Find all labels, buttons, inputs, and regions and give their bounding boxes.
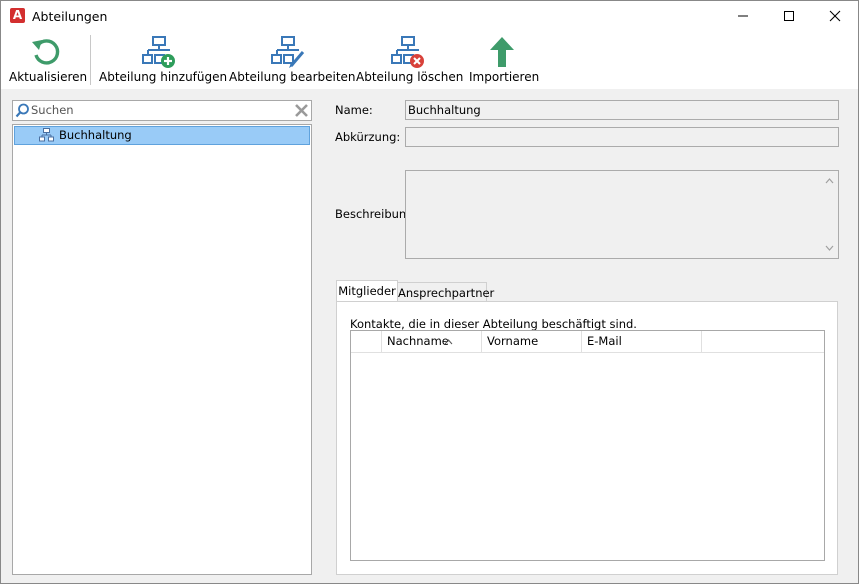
members-grid[interactable]: Nachname Vorname E-Mail: [350, 330, 825, 561]
scroll-down-icon[interactable]: [825, 245, 834, 251]
description-field[interactable]: [405, 170, 839, 259]
department-icon: [39, 128, 54, 142]
maximize-icon: [784, 11, 794, 21]
app-icon: A: [10, 8, 25, 23]
name-label: Name:: [335, 103, 373, 117]
grid-indicator-column: [351, 331, 382, 352]
search-box[interactable]: [12, 100, 312, 121]
column-header-lastname-label: Nachname: [387, 334, 449, 348]
import-label: Importieren: [469, 70, 540, 84]
window-title: Abteilungen: [32, 9, 108, 24]
tree-item-label: Buchhaltung: [59, 128, 132, 142]
add-department-icon: [142, 36, 175, 68]
tab-members[interactable]: Mitglieder: [336, 280, 398, 302]
delete-department-button[interactable]: Abteilung löschen: [356, 31, 464, 89]
description-label: Beschreibung: [335, 207, 414, 221]
delete-department-label: Abteilung löschen: [356, 70, 464, 84]
edit-department-label: Abteilung bearbeiten: [229, 70, 356, 84]
grid-header: Nachname Vorname E-Mail: [351, 331, 824, 353]
refresh-label: Aktualisieren: [9, 70, 88, 84]
column-header-firstname[interactable]: Vorname: [482, 331, 582, 352]
close-icon: [829, 10, 841, 22]
content-area: Buchhaltung Name: Buchhaltung Abkürzung:…: [1, 89, 858, 583]
members-description: Kontakte, die in dieser Abteilung beschä…: [350, 317, 637, 331]
minimize-button[interactable]: [720, 1, 766, 31]
add-department-label: Abteilung hinzufügen: [99, 70, 228, 84]
clear-search-icon[interactable]: [294, 103, 309, 118]
column-header-lastname[interactable]: Nachname: [382, 331, 482, 352]
abbreviation-field[interactable]: [405, 127, 839, 147]
toolbar: Aktualisieren Abteilung hinzufügen Abtei…: [1, 31, 858, 89]
refresh-button[interactable]: Aktualisieren: [9, 31, 88, 89]
minimize-icon: [738, 15, 748, 17]
tab-contact-persons-label: Ansprechpartner: [398, 286, 495, 300]
column-header-email-label: E-Mail: [587, 334, 622, 348]
sort-ascending-icon: [444, 339, 453, 345]
name-value: Buchhaltung: [408, 103, 481, 117]
maximize-button[interactable]: [766, 1, 812, 31]
import-arrow-icon: [490, 37, 514, 67]
abbreviation-label: Abkürzung:: [335, 130, 401, 144]
close-button[interactable]: [812, 1, 858, 31]
title-bar[interactable]: A Abteilungen: [1, 1, 858, 31]
search-icon: [15, 103, 29, 118]
tab-members-label: Mitglieder: [338, 284, 396, 298]
search-input[interactable]: [31, 102, 286, 118]
tree-item-buchhaltung[interactable]: Buchhaltung: [14, 126, 310, 145]
toolbar-separator: [90, 35, 91, 85]
department-tree[interactable]: Buchhaltung: [12, 124, 312, 575]
edit-department-icon: [271, 36, 305, 68]
name-field[interactable]: Buchhaltung: [405, 100, 839, 120]
edit-department-button[interactable]: Abteilung bearbeiten: [229, 31, 356, 89]
column-header-email[interactable]: E-Mail: [582, 331, 702, 352]
refresh-icon: [32, 39, 60, 65]
departments-window: A Abteilungen Aktualisieren Abteilung hi…: [0, 0, 859, 584]
add-department-button[interactable]: Abteilung hinzufügen: [99, 31, 228, 89]
scroll-up-icon[interactable]: [825, 178, 834, 184]
column-header-firstname-label: Vorname: [487, 334, 539, 348]
members-tab-panel: Kontakte, die in dieser Abteilung beschä…: [336, 301, 838, 575]
delete-department-icon: [390, 36, 424, 68]
import-button[interactable]: Importieren: [469, 31, 540, 89]
